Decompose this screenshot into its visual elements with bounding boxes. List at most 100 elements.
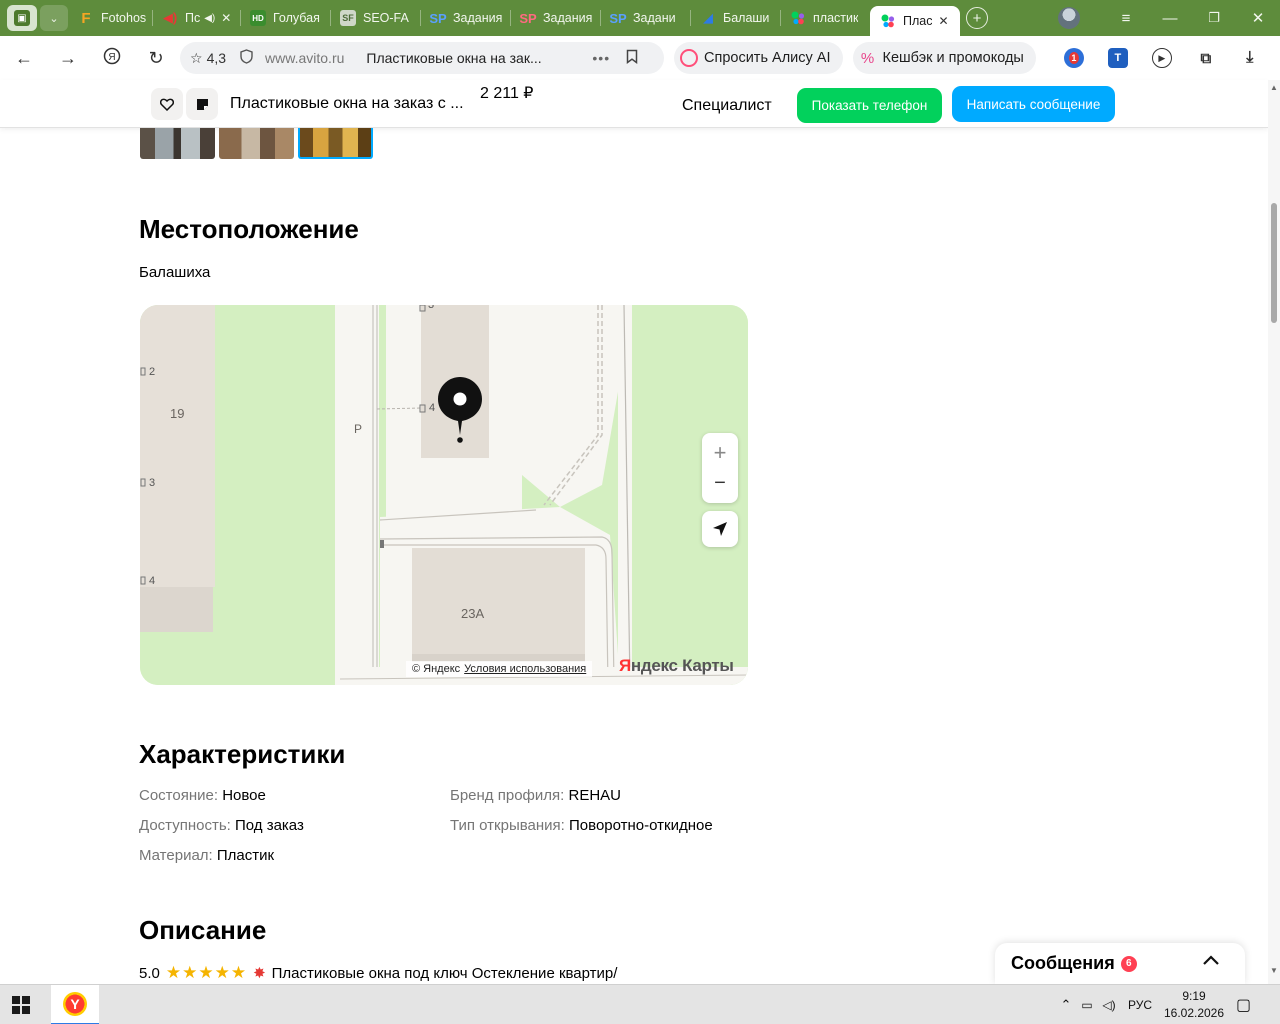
tray-chevron-up-icon[interactable]: ⌃ [1056,997,1076,1013]
avito-favicon-icon [880,13,896,29]
parking-label: P [354,422,363,436]
gallery-thumbnail-selected[interactable] [298,128,373,159]
browser-menu-icon[interactable]: ≡ [1104,10,1148,27]
seller-type[interactable]: Специалист [682,97,772,115]
percent-icon: % [860,49,875,67]
characteristic-row: Состояние: Новое [139,787,266,804]
extension-alert[interactable]: 1 [1052,48,1096,68]
bookmark-icon[interactable] [626,49,638,67]
system-tray: ⌃ ▭ ◁) РУС [1056,985,1152,1024]
scroll-down-icon[interactable]: ▼ [1270,966,1278,975]
messages-widget[interactable]: Сообщения 6 [995,943,1245,984]
browser-tab[interactable]: SP Задания [420,0,510,36]
close-window-icon[interactable]: ✕ [1236,9,1280,27]
zoom-out-minus-icon[interactable]: − [714,468,726,498]
yandex-maps-logo[interactable]: Яндекс Карты [619,656,734,676]
page-scrollbar[interactable]: ▲ ▼ [1268,80,1280,984]
browser-tab-active[interactable]: Плас ✕ [870,6,960,36]
profile-avatar[interactable] [1058,7,1080,29]
more-dots-icon[interactable]: ••• [592,50,610,66]
yandex-home-icon[interactable]: Я [90,47,134,70]
show-phone-button[interactable]: Показать телефон [797,88,942,123]
favorite-heart-icon[interactable] [151,88,183,120]
rating-stars-icon: ★★★★★ [165,963,248,982]
input-language[interactable]: РУС [1128,998,1152,1012]
location-city: Балашиха [139,264,211,281]
shield-icon[interactable] [240,49,253,67]
cashback-button[interactable]: % Кешбэк и промокоды [852,42,1036,74]
mute-icon[interactable]: ◀) [204,13,215,24]
notification-center-icon[interactable]: ▢ [1236,985,1251,1024]
messages-label: Сообщения [1011,953,1115,973]
zoom-in-plus-icon[interactable]: + [714,438,727,468]
windows-start-icon[interactable] [12,996,30,1014]
app-icon: ▣ [14,10,30,26]
gallery-thumbnail[interactable] [140,128,215,159]
tab-favicon-icon: SP [609,10,627,26]
close-tab-icon[interactable]: ✕ [938,14,948,28]
item-price: 2 211 ₽ [480,85,534,102]
entrance-label: 3 [428,305,435,311]
browser-tab[interactable]: SF SEO-FA [330,0,420,36]
note-icon[interactable] [186,88,218,120]
site-rating[interactable]: ☆ 4,3 [190,50,226,67]
taskbar-yandex-browser[interactable]: Y [51,985,99,1024]
windows-taskbar: Y ⌃ ▭ ◁) РУС 9:19 16.02.2026 ▢ [0,984,1280,1024]
gallery-thumbnail[interactable] [219,128,294,159]
item-title: Пластиковые окна на заказ с ... [230,95,464,112]
close-tab-icon[interactable]: ✕ [221,11,231,25]
translate-extension-icon: T [1107,48,1128,68]
minimize-icon[interactable]: — [1148,10,1192,27]
tabs-list-chevron-down-icon[interactable]: ⌄ [40,5,68,31]
extension-video[interactable]: ▶ [1140,48,1184,68]
scrollbar-thumb[interactable] [1271,203,1277,323]
tab-favicon-icon: ◢ [703,10,713,25]
play-icon: ▶ [1151,48,1172,68]
map-canvas [140,305,748,685]
entrance-label: 3 [149,477,156,489]
alice-icon [680,49,698,67]
network-icon[interactable]: ▭ [1076,998,1098,1012]
write-message-button[interactable]: Написать сообщение [952,86,1115,122]
back-arrow-icon[interactable]: ← [2,48,46,69]
browser-tab[interactable]: SP Задания [510,0,600,36]
tab-favicon-icon: SP [519,10,537,26]
map-zoom-controls: + − [702,433,738,503]
downloads-button[interactable]: ⤓ [1228,48,1272,68]
address-bar[interactable]: ☆ 4,3 www.avito.ru Пластиковые окна на з… [180,42,664,74]
characteristic-row: Материал: Пластик [139,847,275,864]
browser-tab-audio[interactable]: ◀) Пс ◀) ✕ [152,0,240,36]
new-tab-plus-icon[interactable]: + [966,7,988,29]
characteristic-row: Тип открывания: Поворотно-откидное [450,817,713,834]
browser-tab[interactable]: HD Голубая [240,0,330,36]
browser-tab[interactable]: SP Задани [600,0,690,36]
location-arrow-icon [713,522,727,536]
restore-icon[interactable]: ❐ [1192,10,1236,26]
scroll-up-icon[interactable]: ▲ [1270,83,1278,92]
browser-tab-bar: ▣ ⌄ F Fotohos ◀) Пс ◀) ✕ HD Голубая SF S… [0,0,1280,36]
reload-icon[interactable]: ↻ [134,48,178,69]
description-text: 5.0 ★★★★★ ✸ Пластиковые окна под ключ Ос… [139,963,618,982]
ask-alice-button[interactable]: Спросить Алису AI [674,42,843,74]
geolocation-button[interactable] [702,511,738,547]
extension-translate[interactable]: T [1096,48,1140,68]
yandex-browser-icon: Y [63,992,87,1016]
chevron-up-icon[interactable] [1201,951,1221,977]
extension-collections[interactable]: ⧉ [1184,48,1228,68]
browser-tab[interactable]: пластик [780,0,870,36]
yandex-map[interactable]: 2 19 3 4 P 3 4 23А © Яндекс Условия испо… [140,305,748,685]
tab-favicon-icon: SP [429,10,447,26]
volume-icon[interactable]: ◁) [1098,998,1120,1012]
description-heading: Описание [139,915,267,945]
forward-arrow-icon[interactable]: → [46,48,90,69]
system-clock[interactable]: 9:19 16.02.2026 [1163,988,1225,1022]
browser-sidebar-button[interactable]: ▣ [7,5,37,31]
map-terms-link[interactable]: Условия использования [464,663,586,675]
browser-nav-bar: ← → Я ↻ ☆ 4,3 www.avito.ru Пластиковые о… [0,36,1280,80]
browser-tab[interactable]: ◢ Балаши [690,0,780,36]
location-heading: Местоположение [139,214,359,244]
browser-tab[interactable]: F Fotohos [68,0,152,36]
entrance-label: 2 [149,366,156,378]
tab-favicon-icon [790,10,806,26]
messages-count-badge: 6 [1120,955,1137,972]
